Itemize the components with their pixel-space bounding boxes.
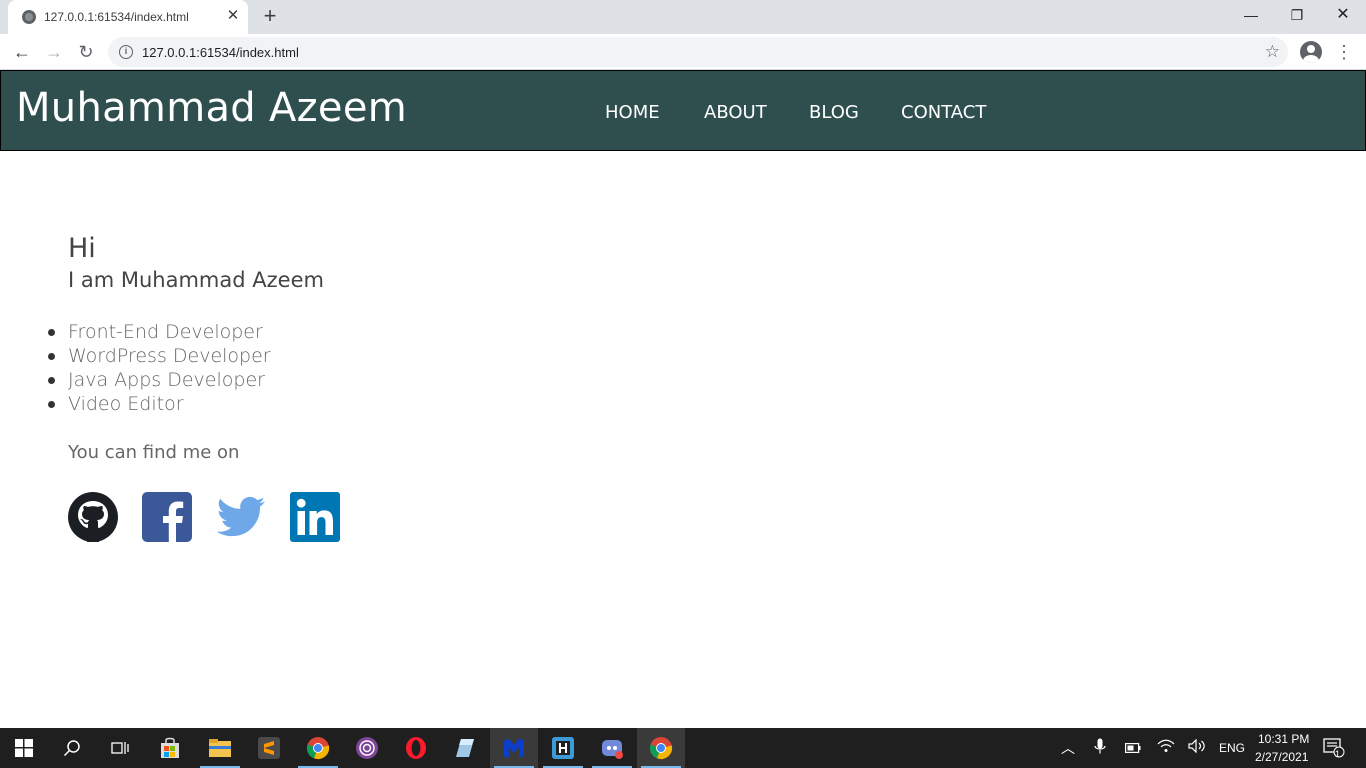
list-item: Video Editor bbox=[48, 392, 271, 416]
new-tab-button[interactable]: + bbox=[258, 4, 282, 28]
facebook-icon[interactable] bbox=[142, 492, 192, 542]
app-icon[interactable] bbox=[539, 728, 587, 768]
search-icon[interactable] bbox=[48, 728, 96, 768]
nav-home-link[interactable]: HOME bbox=[605, 102, 660, 123]
github-icon[interactable] bbox=[68, 492, 118, 542]
minimize-button[interactable]: — bbox=[1228, 0, 1274, 30]
browser-menu-icon[interactable]: ⋮ bbox=[1334, 40, 1354, 64]
linkedin-icon[interactable] bbox=[290, 492, 340, 542]
back-button[interactable]: ← bbox=[8, 38, 36, 66]
app-icon[interactable] bbox=[440, 728, 488, 768]
bookmark-star-icon[interactable]: ☆ bbox=[1265, 42, 1280, 62]
role-label: Front-End Developer bbox=[68, 321, 263, 343]
show-hidden-icons-chevron-icon[interactable]: ︿ bbox=[1058, 738, 1078, 758]
close-tab-icon[interactable]: ✕ bbox=[224, 7, 242, 25]
browser-tab-strip: 127.0.0.1:61534/index.html ✕ + — ❐ ✕ bbox=[0, 0, 1366, 34]
address-bar[interactable]: i 127.0.0.1:61534/index.html ☆ bbox=[108, 37, 1288, 67]
clock-date[interactable]: 2/27/2021 bbox=[1255, 750, 1308, 764]
bullet bbox=[48, 329, 55, 336]
list-item: Front-End Developer bbox=[48, 320, 271, 344]
opera-icon[interactable] bbox=[392, 728, 440, 768]
site-brand[interactable]: Muhammad Azeem bbox=[16, 85, 407, 131]
file-explorer-icon[interactable] bbox=[196, 728, 244, 768]
microphone-icon[interactable] bbox=[1090, 738, 1110, 758]
globe-icon bbox=[22, 10, 36, 24]
browser-toolbar: ← → ↻ i 127.0.0.1:61534/index.html ☆ ⋮ bbox=[0, 34, 1366, 70]
bullet bbox=[48, 353, 55, 360]
malwarebytes-icon[interactable] bbox=[490, 728, 538, 768]
restore-button[interactable]: ❐ bbox=[1274, 0, 1320, 30]
bullet bbox=[48, 401, 55, 408]
tor-browser-icon[interactable] bbox=[343, 728, 391, 768]
forward-button[interactable]: → bbox=[40, 38, 68, 66]
chrome-app-icon[interactable] bbox=[294, 728, 342, 768]
list-item: Java Apps Developer bbox=[48, 368, 271, 392]
intro-heading: I am Muhammad Azeem bbox=[68, 268, 324, 292]
browser-tab[interactable]: 127.0.0.1:61534/index.html ✕ bbox=[8, 0, 248, 34]
windows-taskbar: ︿ ENG 10:31 PM 2/27/2021 1 bbox=[0, 728, 1366, 768]
reload-button[interactable]: ↻ bbox=[72, 38, 100, 66]
chrome-active-icon[interactable] bbox=[637, 728, 685, 768]
store-icon[interactable] bbox=[146, 728, 194, 768]
volume-icon[interactable] bbox=[1187, 738, 1207, 758]
notifications-icon[interactable] bbox=[1322, 738, 1346, 758]
find-me-text: You can find me on bbox=[68, 442, 240, 463]
clock-time[interactable]: 10:31 PM bbox=[1258, 732, 1309, 746]
role-label: WordPress Developer bbox=[68, 345, 271, 367]
close-window-button[interactable]: ✕ bbox=[1320, 0, 1366, 30]
bullet bbox=[48, 377, 55, 384]
info-icon[interactable]: i bbox=[119, 45, 133, 59]
discord-icon[interactable] bbox=[588, 728, 636, 768]
sublime-text-icon[interactable] bbox=[245, 728, 293, 768]
twitter-icon[interactable] bbox=[216, 492, 266, 542]
start-button[interactable] bbox=[0, 728, 48, 768]
role-label: Java Apps Developer bbox=[68, 369, 265, 391]
language-indicator[interactable]: ENG bbox=[1219, 741, 1245, 755]
greeting-heading: Hi bbox=[68, 233, 96, 264]
nav-blog-link[interactable]: BLOG bbox=[809, 102, 859, 123]
address-url[interactable]: 127.0.0.1:61534/index.html bbox=[142, 45, 299, 60]
nav-about-link[interactable]: ABOUT bbox=[704, 102, 767, 123]
roles-list: Front-End Developer WordPress Developer … bbox=[48, 320, 271, 416]
site-header: Muhammad Azeem HOME ABOUT BLOG CONTACT bbox=[0, 70, 1366, 151]
notification-count-badge: 1 bbox=[1335, 749, 1341, 759]
list-item: WordPress Developer bbox=[48, 344, 271, 368]
battery-icon[interactable] bbox=[1123, 738, 1143, 758]
wifi-icon[interactable] bbox=[1156, 738, 1176, 758]
nav-contact-link[interactable]: CONTACT bbox=[901, 102, 986, 123]
task-view-icon[interactable] bbox=[96, 728, 144, 768]
role-label: Video Editor bbox=[68, 393, 184, 415]
tab-title: 127.0.0.1:61534/index.html bbox=[44, 10, 189, 24]
profile-avatar-icon[interactable] bbox=[1300, 41, 1322, 63]
